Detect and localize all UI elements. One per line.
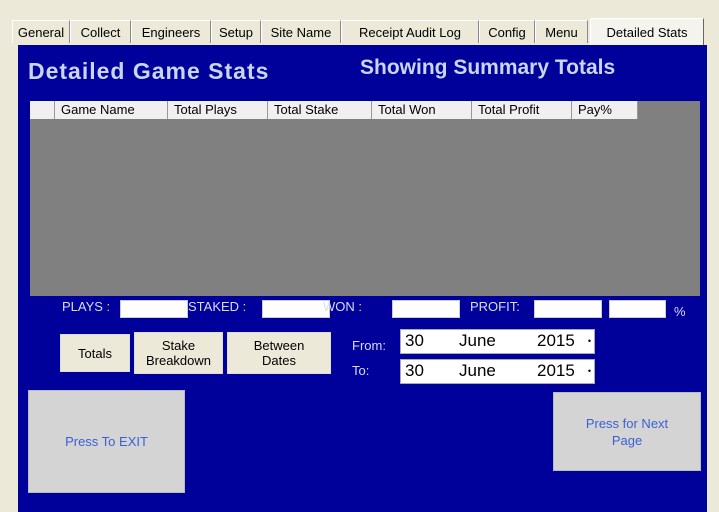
stake-breakdown-label-line2: Breakdown — [145, 353, 212, 368]
to-day: 30 — [405, 361, 424, 380]
dropdown-spin-icon[interactable]: • — [586, 364, 593, 379]
grid-col-game-name[interactable]: Game Name — [55, 101, 168, 119]
next-page-button[interactable]: Press for Next Page — [553, 392, 701, 471]
won-label: WON : — [323, 299, 362, 314]
stats-grid[interactable]: Game Name Total Plays Total Stake Total … — [30, 101, 700, 296]
from-date-picker[interactable]: 30 June 2015 • — [400, 329, 595, 354]
stake-breakdown-label-line1: Stake — [161, 338, 196, 353]
from-year: 2015 — [537, 331, 575, 350]
percent-label: % — [674, 304, 686, 319]
between-dates-label-line2: Dates — [262, 353, 296, 368]
dropdown-spin-icon[interactable]: • — [586, 334, 593, 349]
grid-col-total-profit[interactable]: Total Profit — [472, 101, 572, 119]
grid-col-total-stake[interactable]: Total Stake — [268, 101, 372, 119]
to-month: June — [459, 361, 496, 380]
stake-breakdown-button[interactable]: Stake Breakdown — [134, 332, 223, 374]
page-title: Detailed Game Stats — [28, 58, 270, 84]
next-page-label-line2: Page — [611, 432, 643, 448]
to-date-picker[interactable]: 30 June 2015 • — [400, 359, 595, 384]
pay-percent-value — [609, 300, 666, 318]
between-dates-label-line1: Between — [253, 338, 305, 353]
totals-button[interactable]: Totals — [60, 334, 130, 372]
to-label: To: — [352, 363, 370, 378]
exit-button-label: Press To EXIT — [65, 434, 148, 449]
tab-detailed-stats[interactable]: Detailed Stats — [590, 18, 704, 45]
plays-value — [120, 300, 188, 318]
profit-value — [534, 300, 602, 318]
tab-general[interactable]: General — [12, 20, 70, 43]
page-subtitle: Showing Summary Totals — [360, 56, 616, 79]
grid-col-selector[interactable] — [30, 101, 55, 119]
won-value — [392, 300, 460, 318]
plays-label: PLAYS : — [62, 299, 111, 314]
grid-col-pay-percent[interactable]: Pay% — [572, 101, 638, 119]
between-dates-button[interactable]: Between Dates — [227, 332, 331, 374]
profit-label: PROFIT: — [470, 299, 520, 314]
grid-col-total-won[interactable]: Total Won — [372, 101, 472, 119]
staked-label: STAKED : — [188, 299, 247, 314]
tab-menu[interactable]: Menu — [535, 20, 588, 43]
tab-site-name[interactable]: Site Name — [261, 20, 341, 43]
tab-setup[interactable]: Setup — [211, 20, 261, 43]
totals-button-label: Totals — [78, 345, 112, 361]
tab-bar: General Collect Engineers Setup Site Nam… — [0, 0, 719, 45]
detailed-stats-panel: Detailed Game Stats Showing Summary Tota… — [18, 45, 707, 512]
tab-receipt-audit-log[interactable]: Receipt Audit Log — [341, 20, 479, 43]
grid-header-row: Game Name Total Plays Total Stake Total … — [30, 101, 638, 119]
tab-engineers[interactable]: Engineers — [131, 20, 211, 43]
staked-value — [262, 300, 330, 318]
tab-config[interactable]: Config — [479, 20, 535, 43]
exit-button[interactable]: Press To EXIT — [28, 390, 185, 493]
grid-col-total-plays[interactable]: Total Plays — [168, 101, 268, 119]
from-label: From: — [352, 338, 386, 353]
from-day: 30 — [405, 331, 424, 350]
to-year: 2015 — [537, 361, 575, 380]
next-page-label-line1: Press for Next — [585, 415, 669, 431]
from-month: June — [459, 331, 496, 350]
tab-collect[interactable]: Collect — [70, 20, 131, 43]
